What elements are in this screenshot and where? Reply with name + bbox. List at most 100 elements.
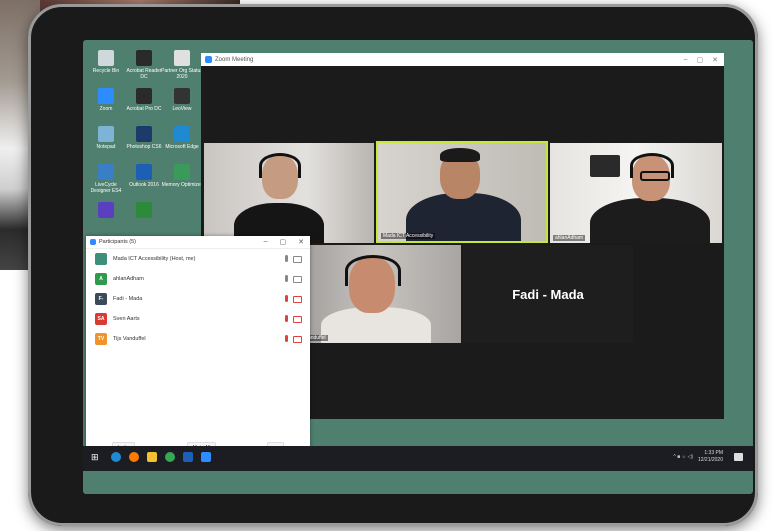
glasses-icon bbox=[640, 171, 670, 181]
avatar: TV bbox=[95, 333, 107, 345]
video-off-icon[interactable] bbox=[293, 316, 302, 323]
participant-row[interactable]: TV Tijs Vanduffel bbox=[86, 329, 310, 349]
chrome-icon[interactable] bbox=[165, 452, 175, 462]
system-tray[interactable]: ^ ■ ☼ ◁) bbox=[673, 454, 693, 460]
participant-row[interactable]: SA Sven Aarts bbox=[86, 309, 310, 329]
participant-name: Tijs Vanduffel bbox=[113, 336, 146, 342]
desktop-icon-label: Acrobat Pro DC bbox=[126, 106, 162, 112]
participant-row[interactable]: Mada ICT Accessibility (Host, me) bbox=[86, 249, 310, 269]
muted-mic-icon[interactable] bbox=[285, 295, 288, 302]
app-icon bbox=[98, 88, 114, 104]
participants-list: Mada ICT Accessibility (Host, me) AahlanA… bbox=[86, 249, 310, 349]
firefox-icon[interactable] bbox=[129, 452, 139, 462]
desktop-icon[interactable]: Microsoft Edge bbox=[161, 126, 203, 150]
video-off-icon[interactable] bbox=[293, 336, 302, 343]
headset-icon bbox=[345, 255, 401, 286]
video-tile-4[interactable]: Tijs Vanduffel bbox=[291, 245, 461, 343]
participant-name-display: Fadi - Mada bbox=[512, 286, 584, 302]
avatar: A bbox=[95, 273, 107, 285]
app-icon bbox=[98, 50, 114, 66]
app-icon bbox=[98, 202, 114, 218]
video-tile-5[interactable]: Fadi - Mada bbox=[463, 245, 633, 343]
avatar: F- bbox=[95, 293, 107, 305]
app-icon bbox=[174, 164, 190, 180]
desktop-icon[interactable]: Recycle Bin bbox=[85, 50, 127, 74]
zoom-window-title: Zoom Meeting bbox=[215, 56, 254, 63]
participant-hair bbox=[440, 148, 480, 162]
desktop-icon[interactable]: LiveCycle Designer ES4 bbox=[85, 164, 127, 194]
video-tile-name: Mada ICT Accessibility bbox=[381, 233, 436, 239]
desktop-icon[interactable]: Photoshop CS6 bbox=[123, 126, 165, 150]
desktop-icon-label: Memory Optimizer bbox=[161, 182, 203, 188]
participants-title: Participants (5) bbox=[99, 239, 136, 245]
participant-row[interactable]: F- Fadi - Mada bbox=[86, 289, 310, 309]
app-icon bbox=[98, 164, 114, 180]
desktop-icon-label: Outlook 2016 bbox=[129, 182, 159, 188]
avatar: SA bbox=[95, 313, 107, 325]
participant-name: Mada ICT Accessibility (Host, me) bbox=[113, 256, 196, 262]
desktop-icon-label: LiveCycle Designer ES4 bbox=[90, 182, 122, 194]
video-tile-1[interactable] bbox=[204, 143, 374, 243]
desktop-icon[interactable]: Memory Optimizer bbox=[161, 164, 203, 188]
app-icon bbox=[174, 50, 190, 66]
clock-time: 1:33 PM bbox=[704, 450, 723, 456]
desktop-icon[interactable] bbox=[85, 202, 127, 220]
app-icon bbox=[174, 126, 190, 142]
mic-icon[interactable] bbox=[285, 275, 288, 282]
close-button[interactable]: ✕ bbox=[712, 56, 718, 64]
video-tile-name: ahlanAdham bbox=[553, 235, 586, 241]
desktop-icon-label: Partner Org Status 2020 bbox=[161, 68, 203, 80]
outlook-icon[interactable] bbox=[183, 452, 193, 462]
minimize-button[interactable]: – bbox=[264, 238, 268, 246]
app-icon bbox=[136, 126, 152, 142]
clock[interactable]: 1:33 PM 12/21/2020 bbox=[698, 450, 723, 464]
app-icon bbox=[136, 88, 152, 104]
desktop-icon-label: Zoom bbox=[99, 106, 113, 112]
windows-taskbar: ⊞ ^ ■ ☼ ◁) 1:33 PM 12/21/2020 bbox=[83, 446, 753, 471]
zoom-icon bbox=[90, 239, 96, 245]
participant-name: ahlanAdham bbox=[113, 276, 144, 282]
zoom-taskbar-icon[interactable] bbox=[201, 452, 211, 462]
avatar bbox=[95, 253, 107, 265]
windows-start-icon[interactable]: ⊞ bbox=[91, 452, 101, 462]
maximize-button[interactable]: ▢ bbox=[280, 238, 287, 246]
desktop-icon[interactable]: Acrobat Reader DC bbox=[123, 50, 165, 80]
desktop-icon[interactable] bbox=[123, 202, 165, 220]
maximize-button[interactable]: ▢ bbox=[697, 56, 704, 64]
zoom-titlebar: Zoom Meeting – ▢ ✕ bbox=[201, 53, 724, 66]
desktop-icon[interactable]: Zoom bbox=[85, 88, 127, 112]
headset-icon bbox=[259, 153, 301, 178]
video-off-icon[interactable] bbox=[293, 296, 302, 303]
participant-name: Fadi - Mada bbox=[113, 296, 143, 302]
participant-body bbox=[590, 198, 710, 243]
participant-row[interactable]: AahlanAdham bbox=[86, 269, 310, 289]
notification-icon[interactable] bbox=[734, 453, 743, 461]
desktop-icon-label: Acrobat Reader DC bbox=[126, 68, 162, 80]
app-icon bbox=[136, 164, 152, 180]
video-tile-2[interactable]: Mada ICT Accessibility bbox=[376, 141, 548, 243]
desktop-icon[interactable]: Acrobat Pro DC bbox=[123, 88, 165, 112]
file-explorer-icon[interactable] bbox=[147, 452, 157, 462]
desktop-icon[interactable]: LeoView bbox=[161, 88, 203, 112]
participants-titlebar: Participants (5) – ▢ ✕ bbox=[86, 236, 310, 249]
edge-icon[interactable] bbox=[111, 452, 121, 462]
video-tile-3[interactable]: ahlanAdham bbox=[550, 143, 722, 243]
app-icon bbox=[136, 50, 152, 66]
desktop-icon[interactable]: Partner Org Status 2020 bbox=[161, 50, 203, 80]
video-icon[interactable] bbox=[293, 276, 302, 283]
minimize-button[interactable]: – bbox=[684, 56, 688, 64]
background-equipment bbox=[590, 155, 620, 177]
app-icon bbox=[174, 88, 190, 104]
mic-icon[interactable] bbox=[285, 255, 288, 262]
desktop-icon[interactable]: Notepad bbox=[85, 126, 127, 150]
app-icon bbox=[136, 202, 152, 218]
tablet-screen: Recycle Bin Acrobat Reader DC Partner Org … bbox=[83, 40, 753, 494]
clock-date: 12/21/2020 bbox=[697, 457, 723, 463]
desktop-icon-label: Microsoft Edge bbox=[165, 144, 199, 150]
desktop-icon[interactable]: Outlook 2016 bbox=[123, 164, 165, 188]
zoom-icon bbox=[205, 56, 212, 63]
muted-mic-icon[interactable] bbox=[285, 335, 288, 342]
close-button[interactable]: ✕ bbox=[298, 238, 304, 246]
muted-mic-icon[interactable] bbox=[285, 315, 288, 322]
video-icon[interactable] bbox=[293, 256, 302, 263]
